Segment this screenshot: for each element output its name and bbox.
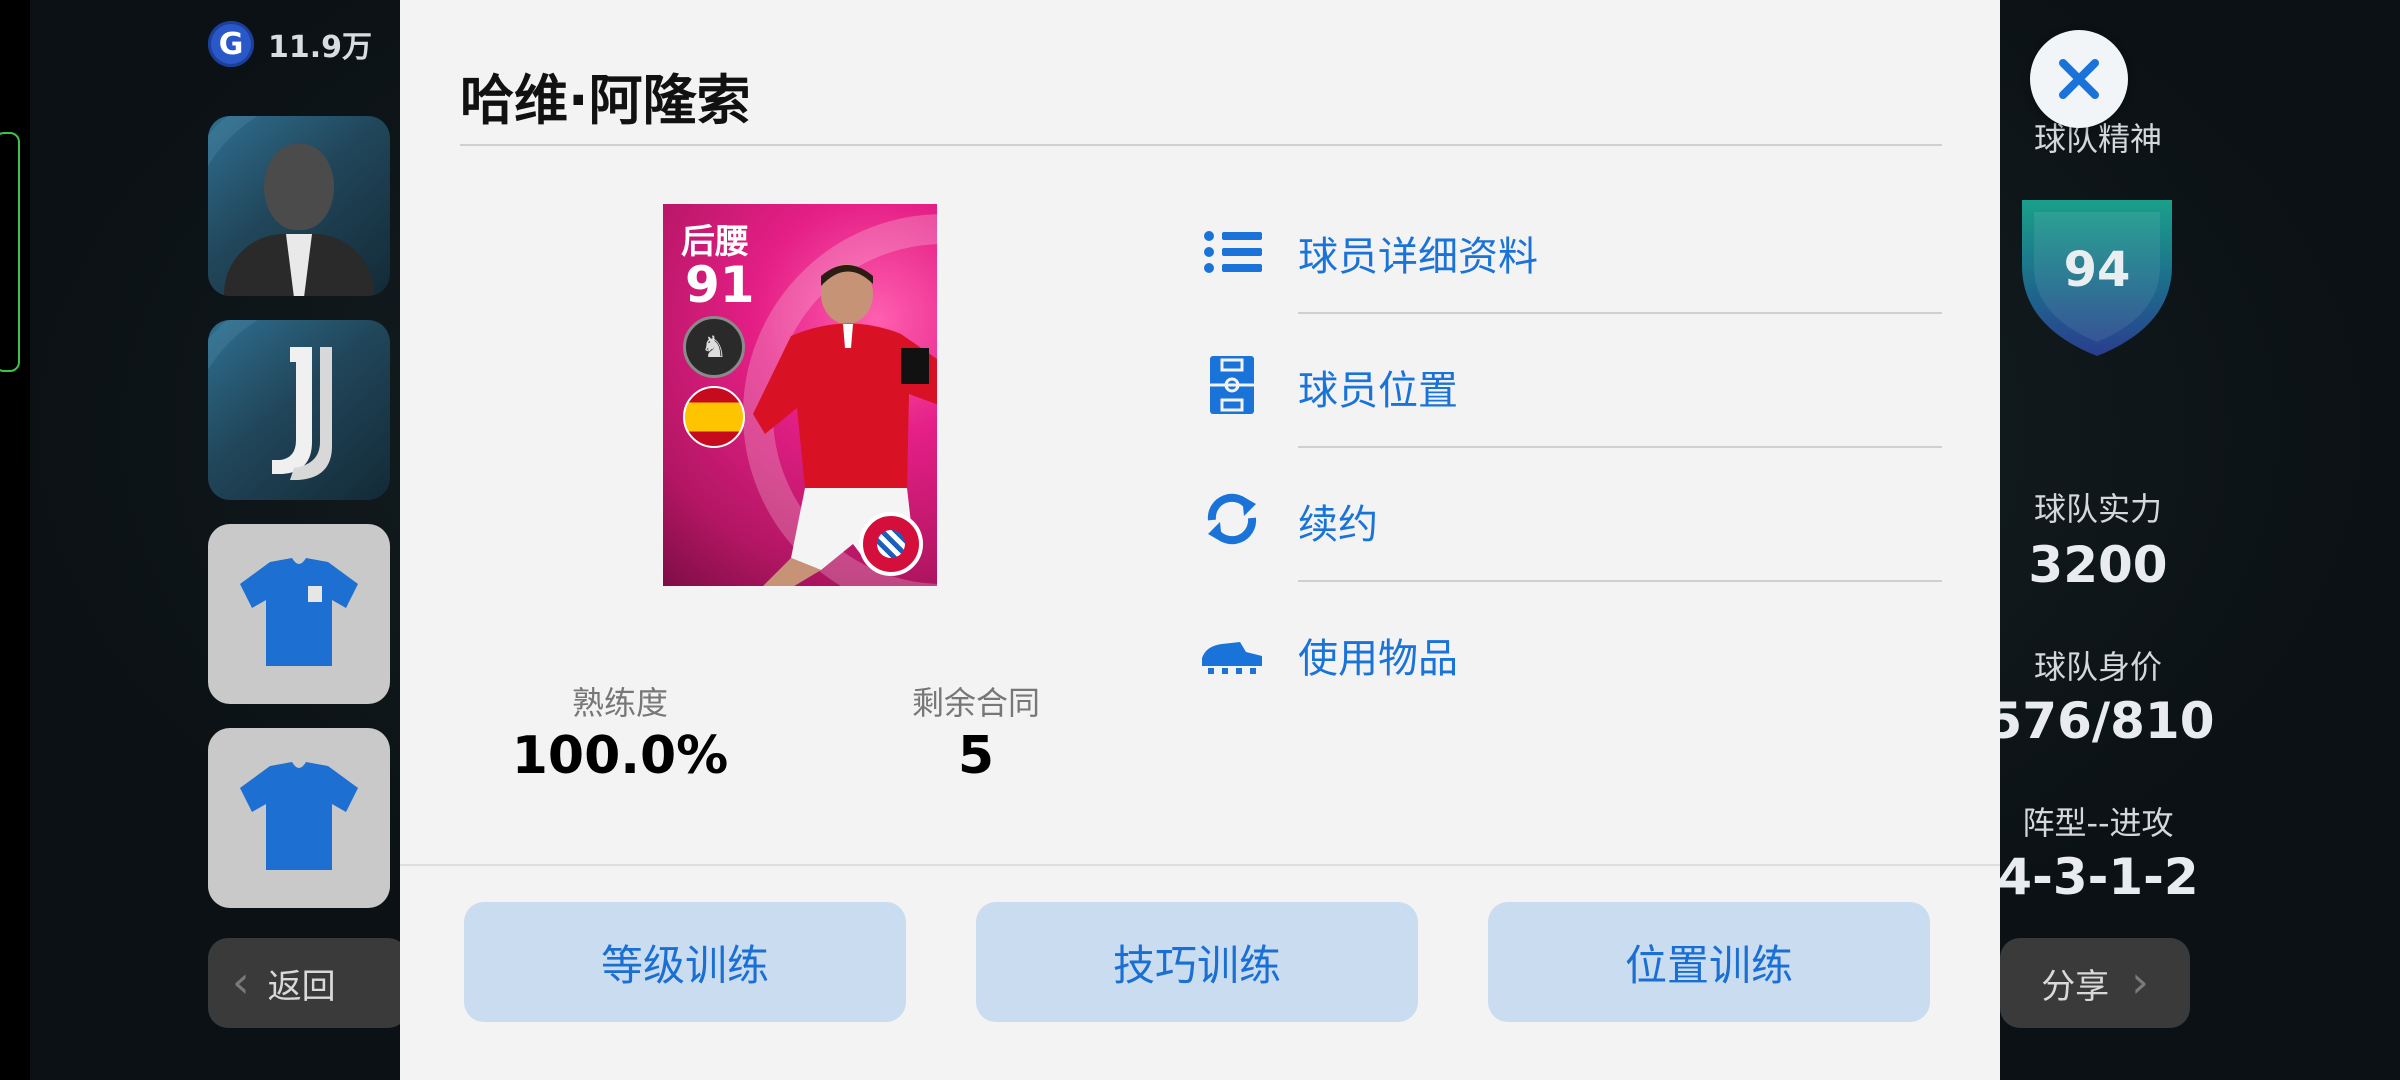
back-button[interactable]: ‹ 返回 <box>208 938 408 1028</box>
manager-avatar-icon <box>264 144 334 230</box>
list-icon <box>1204 231 1262 273</box>
close-icon <box>2059 59 2099 99</box>
refresh-icon <box>1207 493 1257 545</box>
menu-player-position-label: 球员位置 <box>1298 368 1458 414</box>
team-spirit-shield-icon: 94 <box>2022 200 2172 356</box>
currency-amount: 11.9万 <box>268 30 373 65</box>
player-panel: 哈维·阿隆索 14 后腰 91 ♞ 熟练度 100.0% 剩余合同 5 球员详细… <box>400 0 2000 1080</box>
back-button-label: 返回 <box>267 966 336 1007</box>
club-badge-icon <box>859 512 923 576</box>
team-strength-label: 球队实力 <box>2033 490 2162 528</box>
proficiency-label: 熟练度 <box>571 684 668 722</box>
away-kit-tile[interactable] <box>208 728 390 908</box>
menu-player-details-label: 球员详细资料 <box>1298 234 1538 280</box>
proficiency-value: 100.0% <box>511 726 729 786</box>
position-training-button[interactable]: 位置训练 <box>1488 902 1930 1022</box>
menu-renew-contract[interactable]: 续约 <box>1200 448 1942 582</box>
home-kit-icon <box>240 558 358 666</box>
spain-flag-icon <box>683 386 745 448</box>
edge-handle[interactable] <box>0 132 20 372</box>
chevron-left-icon: ‹ <box>232 957 250 1008</box>
divider <box>460 144 1942 146</box>
contract-remaining-label: 剩余合同 <box>911 684 1040 722</box>
contract-remaining-value: 5 <box>957 726 995 786</box>
level-training-button[interactable]: 等级训练 <box>464 902 906 1022</box>
club-emblem-tile[interactable] <box>208 320 390 500</box>
player-style-icon: ♞ <box>683 316 745 378</box>
menu-player-position[interactable]: 球员位置 <box>1200 314 1942 448</box>
manager-tile[interactable] <box>208 116 390 296</box>
share-button[interactable]: 分享 › <box>2000 938 2190 1028</box>
team-value-value: 576/810 <box>1987 692 2215 750</box>
chevron-right-icon: › <box>2131 957 2149 1008</box>
formation-value: 4-3-1-2 <box>1997 848 2199 906</box>
currency-display: G 11.9万 <box>208 21 373 67</box>
close-button[interactable] <box>2030 30 2128 128</box>
skill-training-button[interactable]: 技巧训练 <box>976 902 1418 1022</box>
player-name: 哈维·阿隆索 <box>460 69 751 132</box>
pitch-icon <box>1210 356 1254 414</box>
team-strength-value: 3200 <box>2028 536 2168 594</box>
away-kit-icon <box>240 762 358 870</box>
divider <box>400 864 2000 866</box>
club-logo-icon <box>272 347 332 480</box>
team-spirit-value: 94 <box>2064 242 2131 298</box>
g-coin-icon: G <box>208 21 254 67</box>
team-value-label: 球队身价 <box>2033 648 2162 686</box>
card-rating: 91 <box>685 256 755 314</box>
boot-icon <box>1202 642 1262 674</box>
player-card[interactable]: 14 后腰 91 ♞ <box>663 204 937 586</box>
home-kit-tile[interactable] <box>208 524 390 704</box>
menu-renew-contract-label: 续约 <box>1298 502 1378 548</box>
menu-use-items-label: 使用物品 <box>1298 636 1458 682</box>
formation-label: 阵型--进攻 <box>2022 804 2174 842</box>
menu-player-details[interactable]: 球员详细资料 <box>1200 180 1942 314</box>
menu-use-items[interactable]: 使用物品 <box>1200 582 1942 716</box>
share-button-label: 分享 <box>2041 966 2110 1007</box>
